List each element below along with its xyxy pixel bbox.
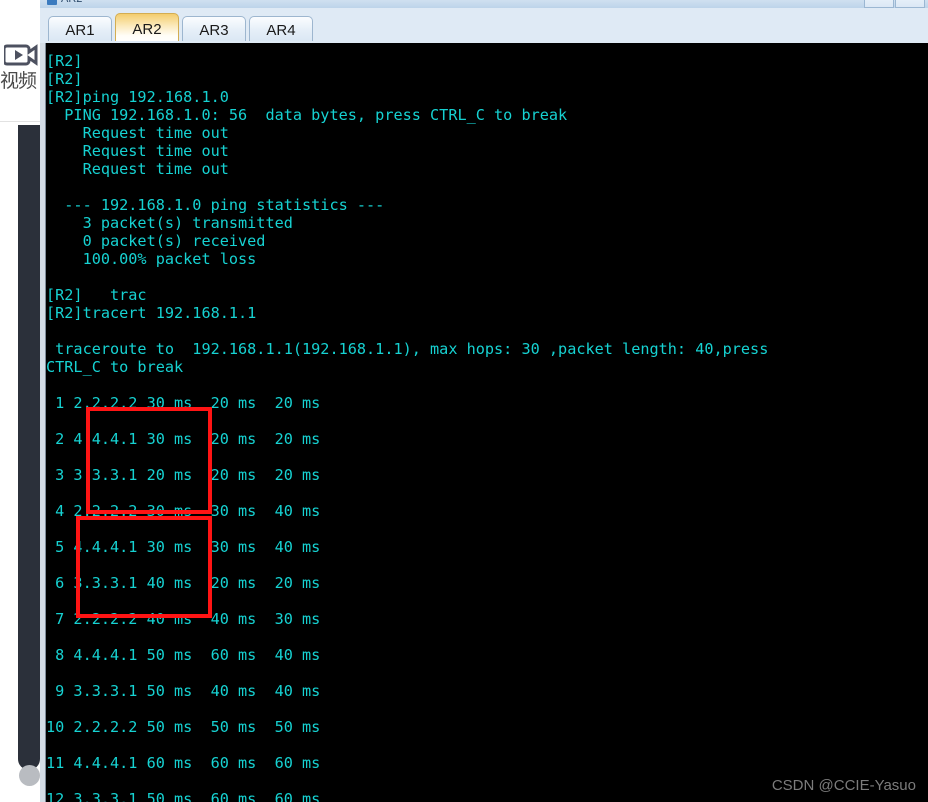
console-output-area[interactable]: [R2] [R2] [R2]ping 192.168.1.0 PING 192.…: [40, 43, 928, 802]
tab-ar3[interactable]: AR3: [182, 16, 246, 44]
left-overlay-strip: 视频: [0, 0, 40, 802]
page-scroll-thumb[interactable]: [19, 765, 40, 786]
page-side-panel: [18, 125, 40, 770]
console-text: [R2] [R2] [R2]ping 192.168.1.0 PING 192.…: [46, 52, 769, 802]
minimize-button[interactable]: [864, 0, 894, 8]
tab-ar4[interactable]: AR4: [249, 16, 313, 44]
tab-ar1-label: AR1: [65, 22, 95, 39]
video-badge[interactable]: 视频: [0, 36, 40, 122]
tab-ar1[interactable]: AR1: [48, 16, 112, 44]
ensp-console-window: AR2 AR1 AR2 AR3 AR4 [R2] [R2] [R2]ping 1…: [40, 0, 928, 802]
router-icon: [47, 0, 57, 5]
tab-ar2-label: AR2: [132, 20, 162, 38]
tab-ar4-label: AR4: [266, 22, 296, 39]
tab-ar3-label: AR3: [199, 22, 229, 39]
maximize-button[interactable]: [895, 0, 925, 8]
tab-ar2[interactable]: AR2: [115, 13, 179, 44]
window-controls: [864, 0, 925, 8]
video-badge-label: 视频: [0, 70, 37, 92]
watermark: CSDN @CCIE-Yasuo: [771, 777, 916, 794]
window-title: AR2: [61, 0, 82, 5]
device-tab-list: AR1 AR2 AR3 AR4: [48, 12, 313, 44]
device-tab-strip: AR1 AR2 AR3 AR4: [40, 8, 928, 44]
video-play-icon: [4, 44, 38, 66]
